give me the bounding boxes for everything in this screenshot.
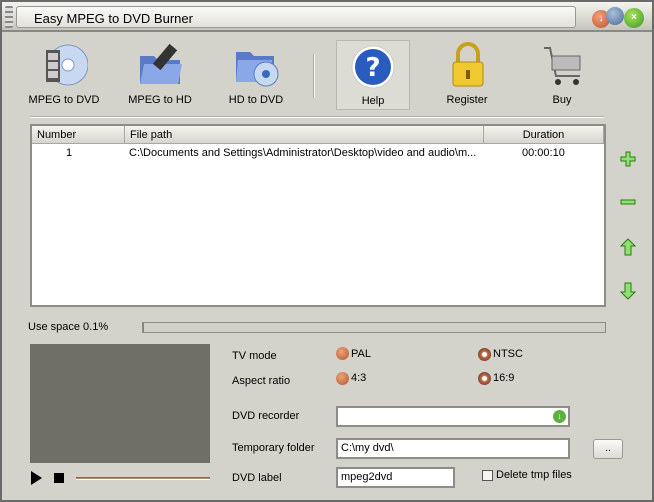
register-button[interactable]: Register — [427, 38, 507, 110]
file-list[interactable]: Number File path Duration 1 C:\Documents… — [30, 124, 606, 307]
close-button[interactable]: × — [624, 8, 644, 28]
video-preview — [30, 344, 210, 463]
hd-to-dvd-button[interactable]: HD to DVD — [216, 38, 296, 110]
dvd-recorder-label: DVD recorder — [232, 410, 300, 422]
browse-button[interactable]: .. — [593, 439, 623, 459]
lock-icon — [452, 42, 484, 87]
maximize-button[interactable] — [606, 7, 624, 25]
mpeg-to-hd-button[interactable]: MPEG to HD — [120, 38, 200, 110]
register-label: Register — [446, 94, 488, 106]
dvd-recorder-select[interactable]: ↓ — [336, 406, 570, 427]
buy-button[interactable]: Buy — [522, 38, 602, 110]
radio-16-9[interactable] — [478, 372, 491, 385]
radio-4-3[interactable] — [336, 372, 349, 385]
toolbar-separator — [313, 54, 315, 98]
temporary-folder-label: Temporary folder — [232, 442, 315, 454]
mpeg-to-dvd-button[interactable]: MPEG to DVD — [24, 38, 104, 110]
radio-pal[interactable] — [336, 347, 349, 360]
aspect-16-9-label: 16:9 — [493, 372, 515, 384]
temporary-folder-input[interactable]: C:\my dvd\ — [336, 438, 570, 459]
toolbar-divider — [30, 116, 604, 118]
delete-tmp-label: Delete tmp files — [496, 469, 572, 481]
play-icon[interactable] — [30, 471, 42, 485]
window-title: Easy MPEG to DVD Burner — [34, 11, 193, 26]
grip-icon[interactable] — [5, 6, 13, 28]
hd-to-dvd-label: HD to DVD — [228, 94, 284, 106]
help-label: Help — [361, 95, 385, 107]
folder-disc-icon — [236, 52, 279, 87]
column-header-number[interactable]: Number — [32, 126, 125, 144]
move-up-icon[interactable] — [619, 238, 637, 256]
help-icon: ? — [351, 45, 395, 89]
dropdown-arrow-icon[interactable]: ↓ — [553, 410, 566, 423]
pal-label: PAL — [351, 348, 371, 360]
stop-icon[interactable] — [54, 473, 64, 483]
playback-slider[interactable] — [76, 477, 210, 480]
dvd-label-label: DVD label — [232, 472, 282, 484]
aspect-4-3-label: 4:3 — [351, 372, 367, 384]
tv-mode-label: TV mode — [232, 350, 277, 362]
row-duration: 00:00:10 — [522, 147, 565, 159]
buy-label: Buy — [552, 94, 572, 106]
cart-icon — [544, 47, 581, 85]
use-space-progress — [142, 322, 606, 333]
mpeg-to-hd-label: MPEG to HD — [128, 94, 192, 106]
add-file-icon[interactable] — [619, 150, 637, 168]
use-space-label: Use space 0.1% — [28, 321, 109, 333]
radio-ntsc[interactable] — [478, 348, 491, 361]
app-window: Easy MPEG to DVD Burner ↓ × MPEG to DVD … — [0, 0, 654, 502]
title-bar[interactable]: Easy MPEG to DVD Burner ↓ × — [2, 2, 652, 32]
move-down-icon[interactable] — [619, 282, 637, 300]
svg-text:?: ? — [365, 53, 380, 83]
dvd-label-input[interactable]: mpeg2dvd — [336, 467, 455, 488]
folder-film-icon — [140, 43, 182, 84]
column-header-file-path[interactable]: File path — [125, 126, 484, 144]
column-header-duration[interactable]: Duration — [484, 126, 604, 144]
row-number: 1 — [66, 147, 73, 159]
delete-tmp-checkbox[interactable] — [482, 470, 493, 481]
mpeg-to-dvd-label: MPEG to DVD — [28, 94, 100, 106]
dvd-film-icon — [46, 44, 88, 86]
help-button[interactable]: ? Help — [336, 40, 410, 110]
row-file-path: C:\Documents and Settings\Administrator\… — [129, 147, 477, 159]
aspect-ratio-label: Aspect ratio — [232, 375, 291, 387]
remove-file-icon[interactable] — [619, 193, 637, 211]
ntsc-label: NTSC — [493, 348, 523, 360]
